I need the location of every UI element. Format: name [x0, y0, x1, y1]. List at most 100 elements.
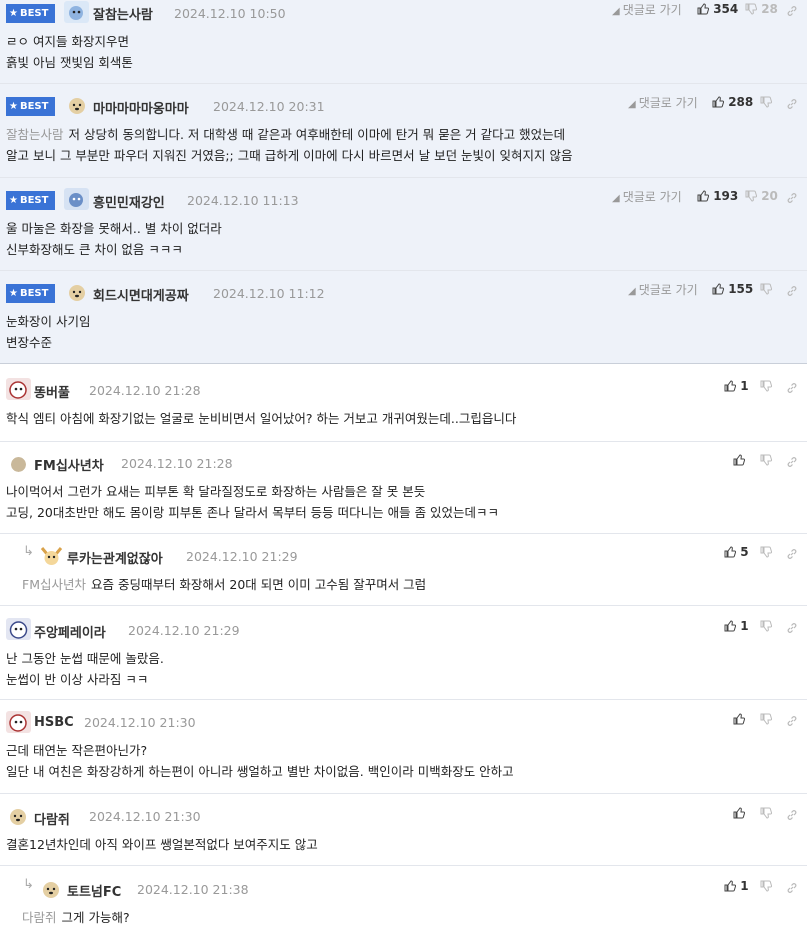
avatar[interactable]	[64, 188, 89, 210]
link-icon[interactable]	[786, 282, 798, 301]
downvote-button[interactable]	[760, 712, 773, 726]
avatar[interactable]	[66, 282, 88, 302]
nickname[interactable]: HSBC	[34, 715, 74, 730]
reply-comment: ↳ 루카는관계없잖아 2024.12.10 21:29 5 FM십사년차 요즘 중…	[0, 534, 807, 606]
downvote-button[interactable]	[760, 619, 773, 633]
timestamp: 2024.12.10 21:38	[137, 882, 249, 897]
comment: HSBC 2024.12.10 21:30 근데 태연눈 작은편아닌가? 일단 …	[0, 700, 807, 794]
upvote-button[interactable]: 288	[712, 95, 753, 109]
timestamp: 2024.12.10 20:31	[213, 99, 325, 114]
upvote-button[interactable]: 5	[724, 545, 749, 559]
downvote-button[interactable]	[760, 879, 773, 893]
upvote-button[interactable]: 155	[712, 282, 753, 296]
star-icon: ★	[9, 101, 18, 112]
nickname[interactable]: 다람쥐	[34, 809, 70, 828]
upvote-button[interactable]: 193	[697, 189, 738, 203]
upvote-button[interactable]: 1	[724, 619, 749, 633]
avatar[interactable]	[6, 711, 31, 733]
reply-arrow-icon: ↳	[23, 877, 34, 892]
thumbs-up-icon	[724, 620, 737, 632]
reply-arrow-icon: ↳	[23, 544, 34, 559]
downvote-button[interactable]	[760, 545, 773, 559]
downvote-button[interactable]	[760, 453, 773, 467]
thumbs-down-icon	[760, 546, 773, 558]
thumbs-up-icon	[724, 546, 737, 558]
nickname[interactable]: 흥민민재강인	[93, 192, 165, 211]
thumbs-up-icon	[733, 713, 746, 725]
upvote-button[interactable]	[733, 806, 746, 820]
thumbs-down-icon	[745, 190, 758, 202]
timestamp: 2024.12.10 11:13	[187, 193, 299, 208]
link-icon[interactable]	[786, 806, 798, 825]
timestamp: 2024.12.10 21:30	[84, 715, 196, 730]
link-icon[interactable]	[786, 379, 798, 398]
upvote-button[interactable]: 354	[697, 2, 738, 16]
link-icon[interactable]	[786, 545, 798, 564]
nickname[interactable]: 회드시면대게공짜	[93, 285, 189, 304]
comment-body: 눈화장이 사기임 변장수준	[6, 314, 91, 350]
comment: 다람쥐 2024.12.10 21:30 결혼12년차인데 아직 와이프 쌩얼본…	[0, 794, 807, 866]
reply-comment: ↳ 토트넘FC 2024.12.10 21:38 1 다람쥐 그게 가능해?	[0, 866, 807, 933]
comment-body: 잘참는사람 저 상당히 동의합니다. 저 대학생 때 같은과 여후배한테 이마에 …	[6, 127, 573, 163]
downvote-button[interactable]	[760, 282, 773, 296]
timestamp: 2024.12.10 21:28	[121, 456, 233, 471]
nickname[interactable]: 루카는관계없잖아	[67, 548, 163, 567]
timestamp: 2024.12.10 21:28	[89, 383, 201, 398]
best-badge: ★ BEST	[6, 4, 55, 23]
mention[interactable]: 잘참는사람	[6, 127, 64, 142]
avatar[interactable]	[7, 806, 29, 826]
star-icon: ★	[9, 195, 18, 206]
best-comment: ★ BEST 마마마마마옹마마 2024.12.10 20:31 ◢ 댓글로 가기 …	[0, 84, 807, 178]
downvote-button[interactable]	[760, 379, 773, 393]
star-icon: ★	[9, 8, 18, 19]
comment-body: 학식 엠티 아침에 화장기없는 얼굴로 눈비비면서 일어났어? 하는 거보고 개…	[6, 411, 517, 426]
send-arrow-icon: ◢	[612, 193, 620, 204]
nickname[interactable]: 똥버풀	[34, 382, 70, 401]
downvote-button[interactable]: 28	[745, 2, 778, 16]
avatar[interactable]	[64, 1, 89, 23]
send-arrow-icon: ◢	[628, 99, 636, 110]
thumbs-up-icon	[724, 880, 737, 892]
comment-body: 결혼12년차인데 아직 와이프 쌩얼본적없다 보여주지도 않고	[6, 837, 318, 852]
avatar[interactable]	[6, 618, 31, 640]
upvote-button[interactable]	[733, 453, 746, 467]
downvote-button[interactable]	[760, 95, 773, 109]
nickname[interactable]: 토트넘FC	[67, 881, 121, 900]
downvote-button[interactable]: 20	[745, 189, 778, 203]
thumbs-up-icon	[733, 807, 746, 819]
link-icon[interactable]	[786, 2, 798, 21]
avatar[interactable]	[6, 378, 31, 400]
go-to-reply-link[interactable]: ◢ 댓글로 가기	[628, 94, 698, 111]
link-icon[interactable]	[786, 619, 798, 638]
link-icon[interactable]	[786, 95, 798, 114]
link-icon[interactable]	[786, 879, 798, 898]
best-badge: ★ BEST	[6, 97, 55, 116]
link-icon[interactable]	[786, 189, 798, 208]
avatar[interactable]	[40, 879, 62, 899]
thumbs-up-icon	[724, 380, 737, 392]
timestamp: 2024.12.10 10:50	[174, 6, 286, 21]
mention[interactable]: FM십사년차	[22, 577, 86, 592]
upvote-button[interactable]: 1	[724, 879, 749, 893]
go-to-reply-link[interactable]: ◢ 댓글로 가기	[612, 1, 682, 18]
thumbs-down-icon	[760, 620, 773, 632]
go-to-reply-link[interactable]: ◢ 댓글로 가기	[612, 188, 682, 205]
downvote-button[interactable]	[760, 806, 773, 820]
best-comment: ★ BEST 회드시면대게공짜 2024.12.10 11:12 ◢ 댓글로 가기 …	[0, 271, 807, 364]
avatar[interactable]	[11, 457, 26, 472]
best-comment: ★ BEST 잘참는사람 2024.12.10 10:50 ◢ 댓글로 가기 354…	[0, 0, 807, 84]
avatar[interactable]	[39, 545, 64, 567]
link-icon[interactable]	[786, 712, 798, 731]
nickname[interactable]: 주앙페레이라	[34, 622, 106, 641]
thumbs-down-icon	[745, 3, 758, 15]
go-to-reply-link[interactable]: ◢ 댓글로 가기	[628, 281, 698, 298]
nickname[interactable]: 잘참는사람	[93, 4, 153, 23]
nickname[interactable]: FM십사년차	[34, 455, 104, 474]
thumbs-up-icon	[733, 454, 746, 466]
upvote-button[interactable]	[733, 712, 746, 726]
mention[interactable]: 다람쥐	[22, 910, 57, 925]
avatar[interactable]	[66, 95, 88, 115]
nickname[interactable]: 마마마마마옹마마	[93, 98, 189, 117]
link-icon[interactable]	[786, 453, 798, 472]
upvote-button[interactable]: 1	[724, 379, 749, 393]
